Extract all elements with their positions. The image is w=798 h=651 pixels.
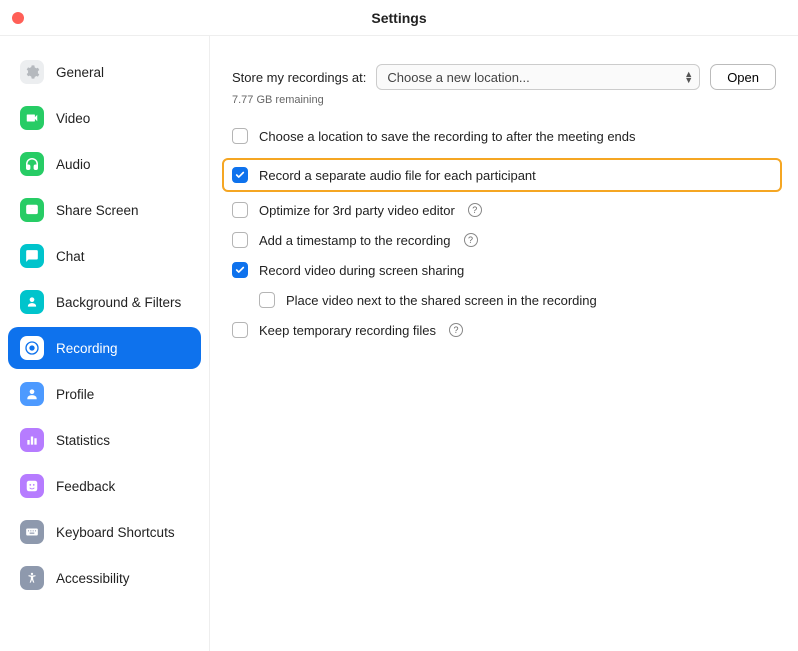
keyboard-icon	[20, 520, 44, 544]
sidebar-item-background-filters[interactable]: Background & Filters	[8, 281, 201, 323]
sidebar-item-label: Audio	[56, 157, 91, 172]
option-row: Keep temporary recording files?	[232, 322, 776, 338]
video-icon	[20, 106, 44, 130]
sidebar-item-recording[interactable]: Recording	[8, 327, 201, 369]
main-panel: Store my recordings at: Choose a new loc…	[210, 36, 798, 651]
sidebar-item-general[interactable]: General	[8, 51, 201, 93]
sidebar-item-profile[interactable]: Profile	[8, 373, 201, 415]
sidebar-item-accessibility[interactable]: Accessibility	[8, 557, 201, 599]
option-label: Add a timestamp to the recording	[259, 233, 451, 248]
option-row: Add a timestamp to the recording?	[232, 232, 776, 248]
recording-icon	[20, 336, 44, 360]
headphones-icon	[20, 152, 44, 176]
chat-icon	[20, 244, 44, 268]
checkbox[interactable]	[232, 167, 248, 183]
checkbox[interactable]	[232, 262, 248, 278]
help-icon[interactable]: ?	[468, 203, 482, 217]
help-icon[interactable]: ?	[449, 323, 463, 337]
option-label: Optimize for 3rd party video editor	[259, 203, 455, 218]
sidebar-item-label: Statistics	[56, 433, 110, 448]
option-row: Record a separate audio file for each pa…	[222, 158, 782, 192]
open-button[interactable]: Open	[710, 64, 776, 90]
checkbox[interactable]	[232, 322, 248, 338]
checkbox[interactable]	[232, 202, 248, 218]
option-label: Place video next to the shared screen in…	[286, 293, 597, 308]
sidebar-item-label: Chat	[56, 249, 85, 264]
option-row: Optimize for 3rd party video editor?	[232, 202, 776, 218]
sidebar-item-label: Recording	[56, 341, 118, 356]
option-label: Choose a location to save the recording …	[259, 129, 636, 144]
background-icon	[20, 290, 44, 314]
storage-label: Store my recordings at:	[232, 70, 366, 85]
sidebar-item-share-screen[interactable]: Share Screen	[8, 189, 201, 231]
storage-remaining: 7.77 GB remaining	[232, 94, 776, 106]
sidebar-item-label: Keyboard Shortcuts	[56, 525, 175, 540]
option-label: Record a separate audio file for each pa…	[259, 168, 536, 183]
sidebar-item-label: Profile	[56, 387, 94, 402]
titlebar: Settings	[0, 0, 798, 36]
sidebar-item-feedback[interactable]: Feedback	[8, 465, 201, 507]
sidebar-item-label: Background & Filters	[56, 295, 181, 310]
sidebar-item-keyboard-shortcuts[interactable]: Keyboard Shortcuts	[8, 511, 201, 553]
checkbox[interactable]	[259, 292, 275, 308]
accessibility-icon	[20, 566, 44, 590]
sidebar-item-video[interactable]: Video	[8, 97, 201, 139]
statistics-icon	[20, 428, 44, 452]
sidebar-item-label: Feedback	[56, 479, 115, 494]
profile-icon	[20, 382, 44, 406]
checkbox[interactable]	[232, 128, 248, 144]
gear-icon	[20, 60, 44, 84]
share-screen-icon	[20, 198, 44, 222]
sidebar-item-label: Share Screen	[56, 203, 139, 218]
sidebar-item-label: Video	[56, 111, 90, 126]
option-row: Record video during screen sharing	[232, 262, 776, 278]
sidebar-item-statistics[interactable]: Statistics	[8, 419, 201, 461]
option-row: Choose a location to save the recording …	[232, 128, 776, 144]
storage-location-dropdown[interactable]: Choose a new location... ▲▼	[376, 64, 700, 90]
option-label: Record video during screen sharing	[259, 263, 464, 278]
sidebar-item-label: Accessibility	[56, 571, 130, 586]
option-label: Keep temporary recording files	[259, 323, 436, 338]
window-title: Settings	[0, 10, 798, 26]
sidebar-item-label: General	[56, 65, 104, 80]
feedback-icon	[20, 474, 44, 498]
sidebar-item-chat[interactable]: Chat	[8, 235, 201, 277]
option-row: Place video next to the shared screen in…	[259, 292, 776, 308]
help-icon[interactable]: ?	[464, 233, 478, 247]
close-window-button[interactable]	[12, 12, 24, 24]
dropdown-value: Choose a new location...	[387, 70, 529, 85]
sidebar: General Video Audio Share Screen Chat Backgro…	[0, 36, 210, 651]
sidebar-item-audio[interactable]: Audio	[8, 143, 201, 185]
chevron-updown-icon: ▲▼	[684, 71, 693, 83]
checkbox[interactable]	[232, 232, 248, 248]
